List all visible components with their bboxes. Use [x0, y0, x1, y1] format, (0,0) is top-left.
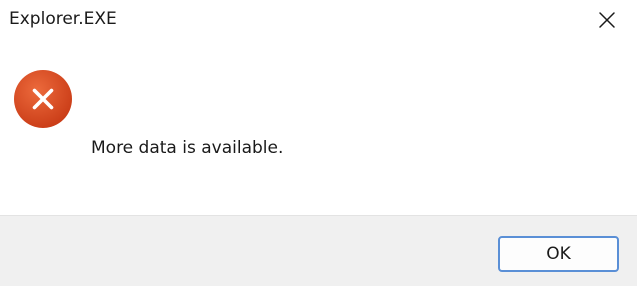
close-button[interactable]: [585, 2, 629, 38]
title-bar: Explorer.EXE: [0, 0, 637, 40]
ok-button[interactable]: OK: [498, 236, 619, 272]
dialog-footer: OK: [0, 215, 637, 286]
dialog-content: More data is available.: [0, 40, 637, 215]
close-icon: [599, 12, 615, 28]
message-dialog: Explorer.EXE More data is available. OK: [0, 0, 637, 286]
message-text: More data is available.: [91, 138, 284, 158]
error-icon: [14, 70, 72, 128]
window-title: Explorer.EXE: [9, 9, 117, 29]
